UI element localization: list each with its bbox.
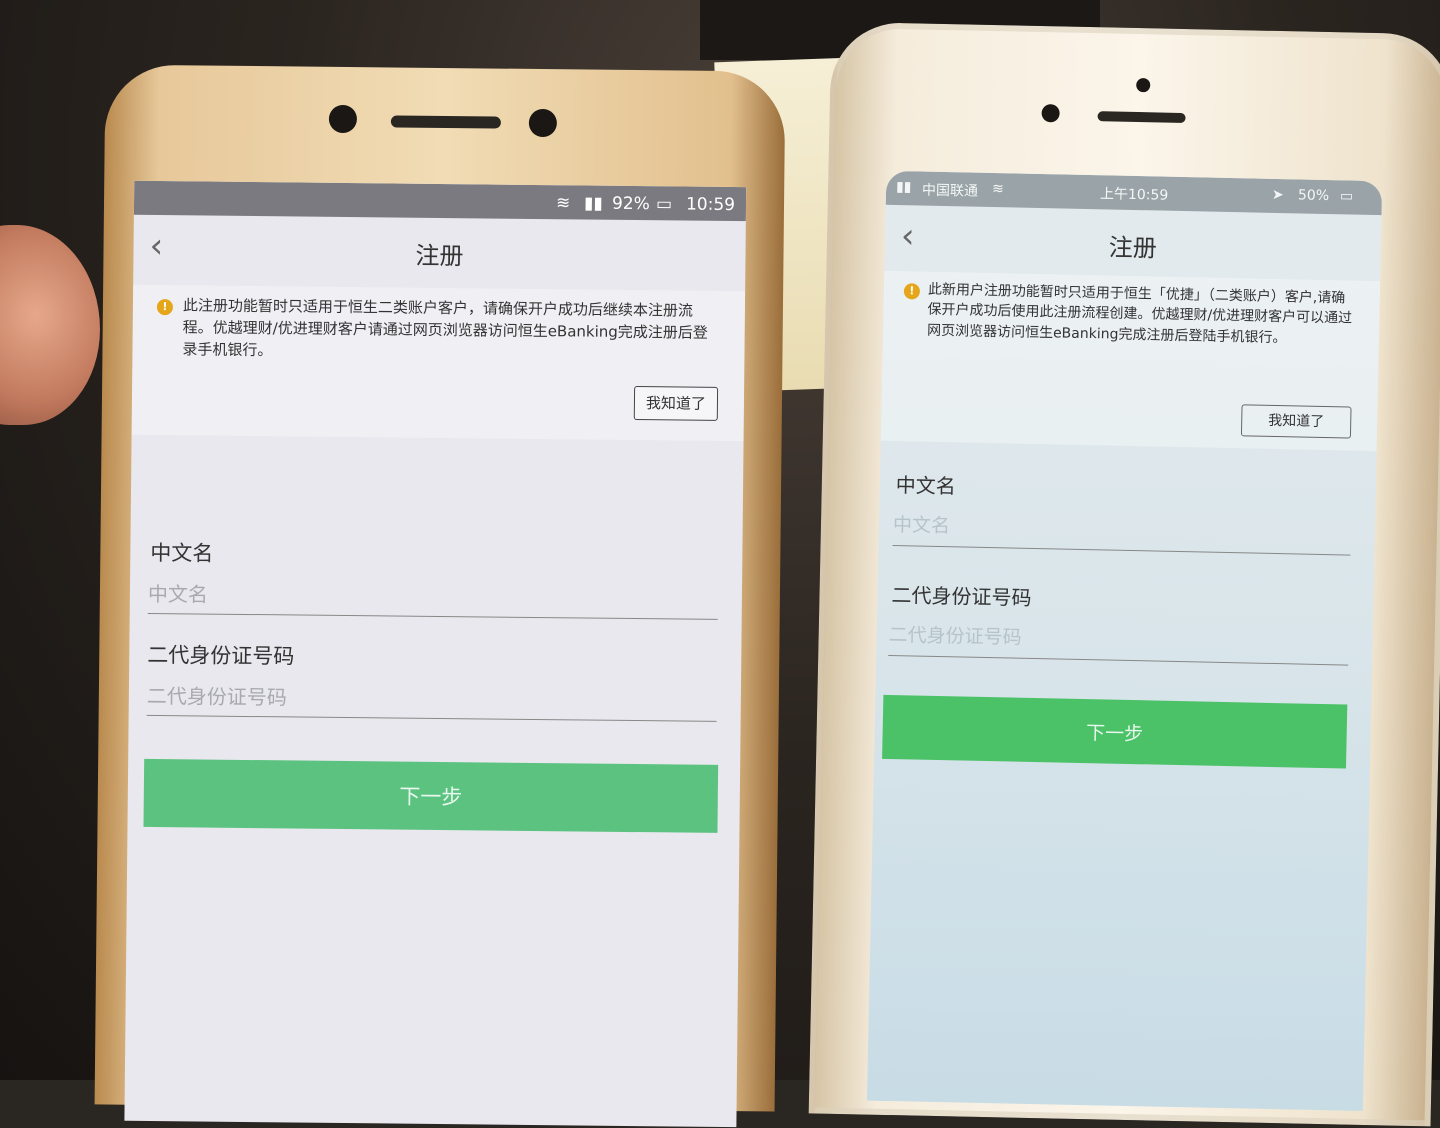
info-icon: ! — [903, 283, 921, 300]
wifi-icon: ≋ — [555, 193, 571, 214]
right-phone: ▮▮ 中国联通 ≋ 上午10:59 ➤ 50% ▭ ‹ 注册 ! 此新用户注册功… — [808, 21, 1440, 1127]
battery-level: 92% — [611, 193, 650, 215]
name-label: 中文名 — [895, 473, 957, 499]
clock: 10:59 — [685, 194, 736, 216]
earpiece — [390, 115, 501, 129]
notice-text: 此注册功能暂时只适用于恒生二类账户客户，请确保开户成功后继续本注册流程。优越理财… — [182, 296, 708, 359]
wifi-icon: ≋ — [991, 181, 1004, 198]
id-number-label: 二代身份证号码 — [891, 582, 1032, 610]
front-camera — [1136, 78, 1151, 93]
id-number-input[interactable] — [888, 614, 1349, 666]
front-sensor — [328, 104, 358, 134]
next-step-button[interactable]: 下一步 — [882, 694, 1348, 769]
signal-icon: ▮▮ — [895, 178, 912, 196]
acknowledge-button[interactable]: 我知道了 — [633, 386, 719, 421]
nav-bar: ‹ 注册 — [133, 215, 746, 287]
id-number-input[interactable] — [146, 676, 718, 722]
battery-level: 50% — [1297, 187, 1330, 205]
chinese-name-input[interactable] — [892, 505, 1352, 556]
notice-text: 此新用户注册功能暂时只适用于恒生「优捷」（二类账户）客户,请确保开户成功后使用此… — [926, 281, 1353, 346]
page-title: 注册 — [1108, 233, 1158, 263]
signal-icon: ▮▮ — [583, 193, 603, 214]
nav-bar: ‹ 注册 — [884, 205, 1381, 281]
battery-icon: ▭ — [1339, 188, 1354, 205]
page-title: 注册 — [415, 241, 464, 271]
carrier-name: 中国联通 — [921, 182, 979, 200]
acknowledge-button[interactable]: 我知道了 — [1240, 404, 1352, 439]
notice-banner: ! 此新用户注册功能暂时只适用于恒生「优捷」（二类账户）客户,请确保开户成功后使… — [880, 270, 1381, 452]
id-number-label: 二代身份证号码 — [147, 642, 295, 669]
battery-icon: ▭ — [655, 194, 673, 215]
front-sensor — [1041, 104, 1060, 123]
info-icon: ! — [156, 299, 174, 316]
location-icon: ➤ — [1271, 186, 1284, 204]
name-label: 中文名 — [150, 540, 214, 566]
left-screen: ≋ ▮▮ 92% ▭ 10:59 ‹ 注册 ! 此注册功能暂时只适用于恒生二类账… — [124, 180, 747, 1128]
left-phone: ≋ ▮▮ 92% ▭ 10:59 ‹ 注册 ! 此注册功能暂时只适用于恒生二类账… — [94, 64, 786, 1128]
right-screen: ▮▮ 中国联通 ≋ 上午10:59 ➤ 50% ▭ ‹ 注册 ! 此新用户注册功… — [866, 170, 1383, 1111]
front-camera — [528, 108, 558, 138]
next-step-button[interactable]: 下一步 — [143, 758, 719, 833]
earpiece — [1097, 111, 1186, 124]
notice-banner: ! 此注册功能暂时只适用于恒生二类账户客户，请确保开户成功后继续本注册流程。优越… — [131, 284, 746, 442]
clock: 上午10:59 — [1099, 186, 1169, 204]
chinese-name-input[interactable] — [147, 574, 719, 620]
